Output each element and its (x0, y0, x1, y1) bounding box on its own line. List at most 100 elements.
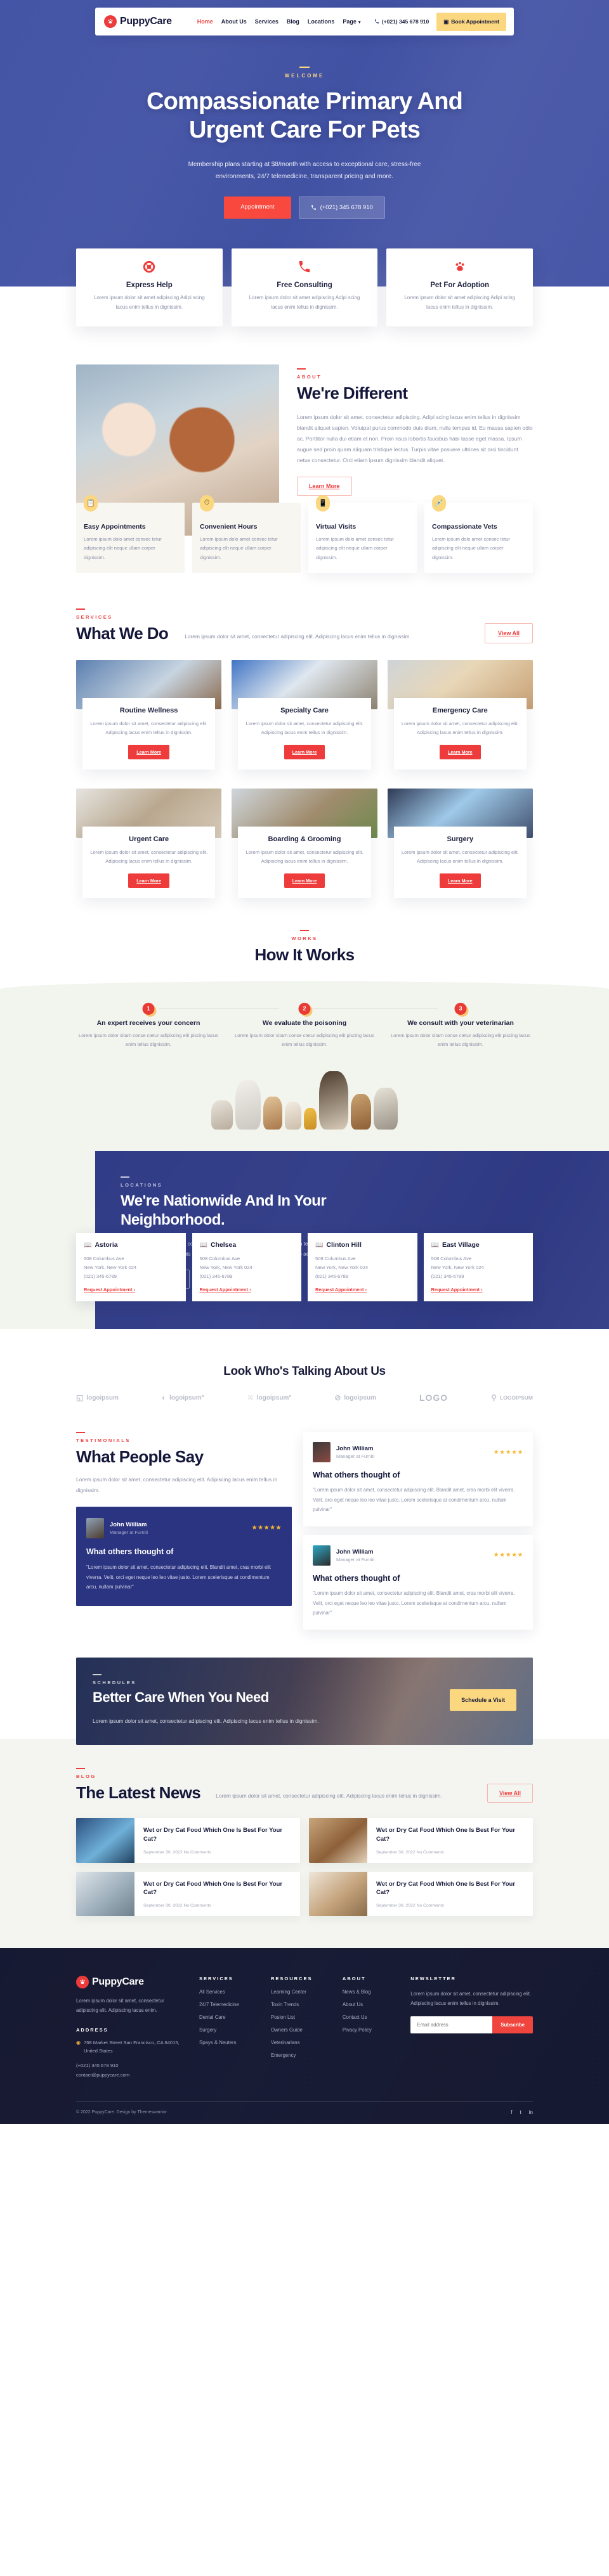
hero-appointment-button[interactable]: Appointment (224, 196, 291, 219)
about-highlight-boxes: 📋 Easy Appointments Lorem ipsum dolo ame… (76, 494, 533, 573)
brand-logo[interactable]: PuppyCare (104, 15, 172, 28)
services-view-all-button[interactable]: View All (484, 622, 533, 643)
location-card-chelsea[interactable]: 📖 Chelsea 508 Columbus Ave New York, New … (192, 1233, 301, 1302)
phone-icon (311, 205, 316, 210)
footer-phone[interactable]: (+021) 345 678 910 (76, 2061, 185, 2070)
blog-wrap: BLOG The Latest News Lorem ipsum dolor s… (76, 1768, 533, 1917)
footer-email[interactable]: contact@puppycare.com (76, 2070, 185, 2080)
blog-card-2[interactable]: Wet or Dry Cat Food Which One Is Best Fo… (309, 1818, 533, 1863)
services-header: SERVICES What We Do Lorem ipsum dolor si… (76, 608, 533, 643)
testimonial-name: John William (336, 1445, 374, 1453)
locations-title-line2: Neighborhood. (121, 1211, 225, 1228)
request-appointment-label: Request Appointment (315, 1287, 364, 1293)
footer-link-about-us[interactable]: About Us (343, 2002, 396, 2007)
footer-link-all-services[interactable]: All Services (199, 1989, 257, 1995)
location-name-text: Astoria (95, 1241, 118, 1249)
service-learn-more-button[interactable]: Learn More (128, 744, 170, 759)
avatar (86, 1517, 104, 1538)
request-appointment-link[interactable]: Request Appointment › (200, 1287, 294, 1292)
highlight-box-convenient-hours[interactable]: ⏱ Convenient Hours Lorem ipsum dolo amet… (192, 494, 301, 573)
footer-link-posion-list[interactable]: Posion List (271, 2014, 329, 2020)
blog-card-3[interactable]: Wet or Dry Cat Food Which One Is Best Fo… (76, 1871, 300, 1917)
nav-item-services[interactable]: Services (255, 18, 278, 25)
highlight-box-easy-appointments[interactable]: 📋 Easy Appointments Lorem ipsum dolo ame… (76, 494, 185, 573)
services-section: SERVICES What We Do Lorem ipsum dolor si… (76, 573, 533, 905)
footer-link-emergency[interactable]: Emergency (271, 2052, 329, 2058)
footer-column-heading: RESOURCES (270, 1976, 313, 1982)
footer-link-owners-guide[interactable]: Owners Guide (271, 2027, 329, 2033)
service-title: Boarding & Grooming (268, 835, 341, 843)
blog-view-all-button[interactable]: View All (487, 1784, 533, 1803)
request-appointment-link[interactable]: Request Appointment › (84, 1287, 178, 1292)
footer-link-contact-us[interactable]: Contact Us (343, 2014, 396, 2020)
highlight-box-title: Virtual Visits (316, 522, 357, 531)
about-learn-more-button[interactable]: Learn More (297, 476, 352, 496)
request-appointment-link[interactable]: Request Appointment › (431, 1287, 526, 1292)
footer-grid: PuppyCare Lorem ipsum dolor sit amet, co… (76, 1976, 533, 2080)
service-learn-more-button[interactable]: Learn More (439, 873, 481, 888)
pet-cat-2 (374, 1087, 398, 1130)
blog-card-1[interactable]: Wet or Dry Cat Food Which One Is Best Fo… (76, 1818, 300, 1863)
request-appointment-link[interactable]: Request Appointment › (315, 1287, 410, 1292)
footer-link-privacy-policy[interactable]: Pivacy Policy (343, 2027, 396, 2033)
footer-link-surgery[interactable]: Surgery (199, 2027, 257, 2033)
service-card-routine-wellness[interactable]: Routine Wellness Lorem ipsum dolor sit a… (76, 659, 222, 770)
nav-item-page[interactable]: Page ▾ (343, 18, 360, 25)
footer-link-telemedicine[interactable]: 24/7 Telemedicine (199, 2002, 257, 2007)
footer-link-news-blog[interactable]: News & Blog (343, 1989, 396, 1995)
service-learn-more-button[interactable]: Learn More (284, 744, 325, 759)
footer-column-services: SERVICES All Services 24/7 Telemedicine … (199, 1976, 257, 2080)
schedule-body: Lorem ipsum dolor sit amet, consectetur … (93, 1717, 319, 1724)
nav-item-locations[interactable]: Locations (308, 18, 335, 25)
feature-card-pet-for-adoption[interactable]: Pet For Adoption Lorem ipsum dolor sit a… (386, 248, 534, 326)
service-card-urgent-care[interactable]: Urgent Care Lorem ipsum dolor sit amet, … (76, 788, 222, 898)
blog-card-4[interactable]: Wet or Dry Cat Food Which One Is Best Fo… (309, 1871, 533, 1917)
nav-item-about-us[interactable]: About Us (221, 18, 247, 25)
testimonials-right: John William Manager at Furniti ★★★★★ Wh… (303, 1432, 533, 1630)
feature-card-express-help[interactable]: Express Help Lorem ipsum dolor sit amet … (76, 248, 223, 326)
pets-illustration (76, 1064, 533, 1130)
service-title: Routine Wellness (119, 706, 178, 714)
service-card-surgery[interactable]: Surgery Lorem ipsum dolor sit amet, cons… (387, 788, 533, 898)
service-card-emergency-care[interactable]: Emergency Care Lorem ipsum dolor sit ame… (387, 659, 533, 770)
footer-link-spays-neuters[interactable]: Spays & Neuters (199, 2040, 257, 2045)
location-card-east-village[interactable]: 📖 East Village 508 Columbus Ave New York,… (423, 1233, 533, 1302)
schedule-visit-button[interactable]: Schedule a Visit (450, 1689, 516, 1711)
testimonial-featured-card: John William Manager at Furniti ★★★★★ Wh… (76, 1506, 292, 1606)
hero-phone-button[interactable]: (+021) 345 678 910 (298, 196, 385, 219)
location-card-astoria[interactable]: 📖 Astoria 508 Columbus Ave New York, New … (76, 1233, 186, 1302)
blog-image (309, 1818, 367, 1863)
footer-logo[interactable]: PuppyCare (76, 1976, 185, 1989)
linkedin-icon[interactable]: in (529, 2109, 533, 2115)
footer-link-toxin-trends[interactable]: Toxin Trends (271, 2002, 329, 2007)
section-rule (76, 608, 85, 610)
book-appointment-button[interactable]: ▣ Book Appointment (436, 12, 506, 31)
facebook-icon[interactable]: f (511, 2109, 512, 2115)
service-learn-more-button[interactable]: Learn More (284, 873, 325, 888)
location-card-clinton-hill[interactable]: 📖 Clinton Hill 508 Columbus Ave New York,… (308, 1233, 417, 1302)
footer-link-learning-center[interactable]: Learning Center (271, 1989, 329, 1995)
footer-column-heading: ABOUT (342, 1976, 366, 1982)
nav-item-home[interactable]: Home (197, 18, 213, 25)
brand-name: PuppyCare (120, 16, 172, 27)
service-card-boarding-grooming[interactable]: Boarding & Grooming Lorem ipsum dolor si… (232, 788, 377, 898)
highlight-box-virtual-visits[interactable]: 📱 Virtual Visits Lorem ipsum dolo amet c… (308, 494, 417, 573)
service-learn-more-button[interactable]: Learn More (128, 873, 170, 888)
feature-card-free-consulting[interactable]: Free Consulting Lorem ipsum dolor sit am… (231, 248, 378, 326)
footer-link-dental-care[interactable]: Dental Care (199, 2014, 257, 2020)
twitter-icon[interactable]: t (520, 2109, 521, 2115)
service-learn-more-button[interactable]: Learn More (439, 744, 481, 759)
nav-item-blog[interactable]: Blog (287, 18, 299, 25)
how-it-works-band: 1 An expert receives your concern Lorem … (0, 981, 609, 1130)
subscribe-button[interactable]: Subscribe (492, 2016, 533, 2033)
blog-post-meta: September 30, 2022 No Comments (143, 1903, 211, 1909)
nav-phone[interactable]: (+021) 345 678 910 (374, 18, 429, 25)
highlight-box-compassionate-vets[interactable]: 💉 Compassionate Vets Lorem ipsum dolo am… (424, 494, 533, 573)
footer-link-veterinarians[interactable]: Veterinarians (271, 2040, 329, 2045)
email-field[interactable] (410, 2016, 493, 2033)
testimonial-role: Manager at Furniti (336, 1453, 374, 1460)
about-eyebrow: ABOUT (297, 373, 322, 380)
service-title: Surgery (447, 835, 474, 843)
blog-post-meta: September 30, 2022 No Comments (376, 1903, 444, 1909)
service-card-specialty-care[interactable]: Specialty Care Lorem ipsum dolor sit ame… (232, 659, 377, 770)
